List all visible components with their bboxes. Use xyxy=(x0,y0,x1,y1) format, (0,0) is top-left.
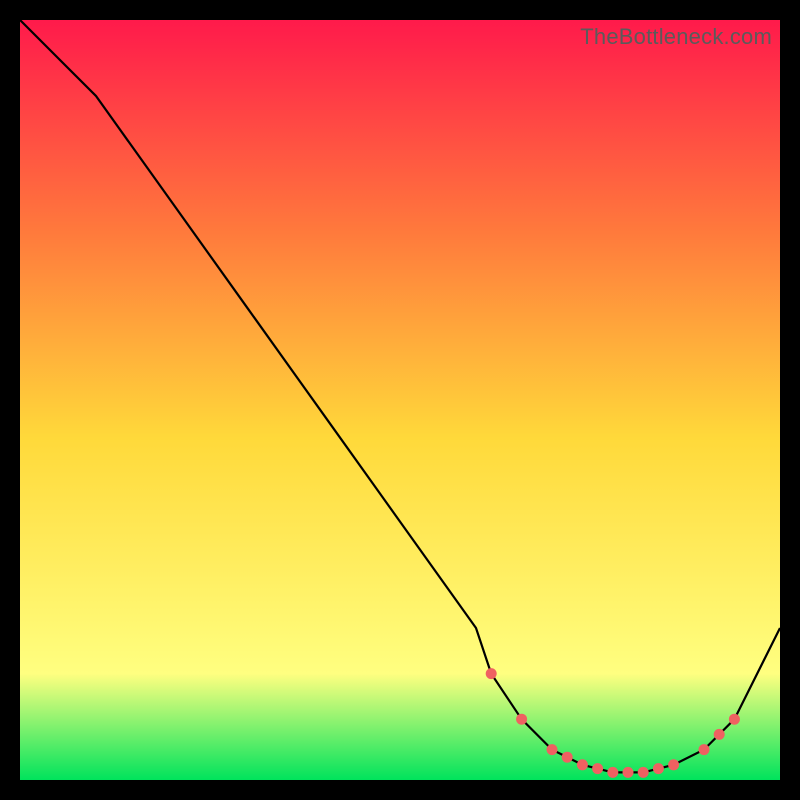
gradient-bg xyxy=(20,20,780,780)
marker-dot xyxy=(486,668,497,679)
marker-dot xyxy=(714,729,725,740)
marker-dot xyxy=(562,752,573,763)
marker-dot xyxy=(729,714,740,725)
marker-dot xyxy=(668,759,679,770)
marker-dot xyxy=(547,744,558,755)
chart-frame: TheBottleneck.com xyxy=(20,20,780,780)
marker-dot xyxy=(623,767,634,778)
watermark-text: TheBottleneck.com xyxy=(580,24,772,50)
plot-area: TheBottleneck.com xyxy=(20,20,780,780)
marker-dot xyxy=(516,714,527,725)
marker-dot xyxy=(653,763,664,774)
marker-dot xyxy=(638,767,649,778)
marker-dot xyxy=(699,744,710,755)
marker-dot xyxy=(592,763,603,774)
marker-dot xyxy=(577,759,588,770)
chart-svg xyxy=(20,20,780,780)
marker-dot xyxy=(607,767,618,778)
